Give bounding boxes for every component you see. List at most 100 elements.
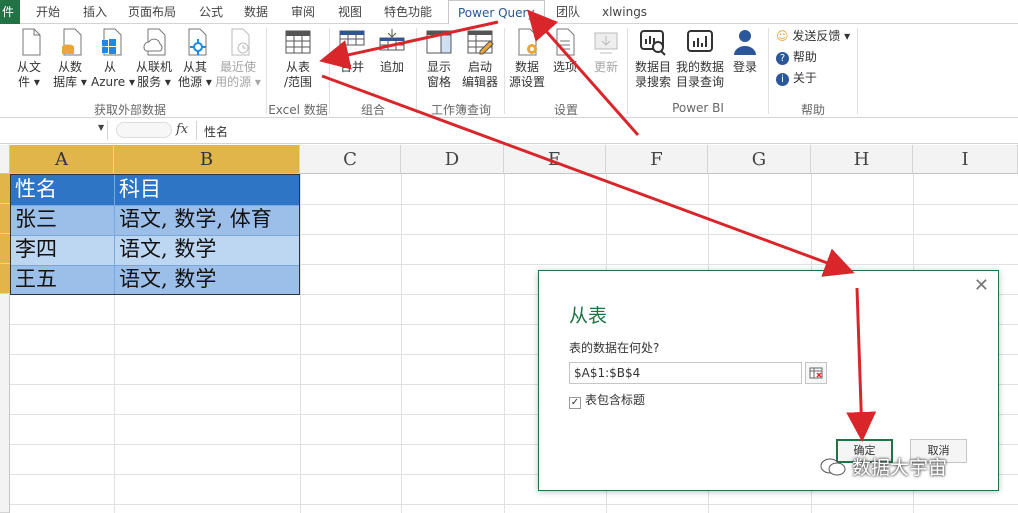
tab-page-layout[interactable]: 页面布局	[128, 0, 176, 24]
user-icon	[731, 27, 759, 57]
column-header-g[interactable]: G	[708, 145, 811, 174]
checkbox-check-icon: ✓	[569, 397, 581, 409]
tab-view[interactable]: 视图	[338, 0, 362, 24]
update-icon	[592, 27, 620, 57]
tab-team[interactable]: 团队	[556, 0, 580, 24]
recent-file-icon	[224, 27, 252, 57]
row-header[interactable]	[0, 264, 10, 294]
tab-special[interactable]: 特色功能	[384, 0, 432, 24]
group-label-settings: 设置	[553, 103, 578, 117]
column-header-a[interactable]: A	[10, 145, 114, 174]
tab-home[interactable]: 开始	[36, 0, 60, 24]
grid-line	[504, 174, 505, 513]
group-label-external: 获取外部数据	[93, 103, 166, 117]
info-icon: i	[776, 73, 789, 86]
row-header[interactable]	[0, 234, 10, 264]
cell-b4[interactable]: 语文, 数学	[114, 264, 216, 294]
group-separator	[416, 28, 417, 114]
group-label-powerbi: Power BI	[672, 101, 724, 115]
from-table-range-button[interactable]: 从表/范围	[278, 27, 318, 90]
cell-a4[interactable]: 王五	[10, 264, 57, 294]
options-icon	[551, 27, 579, 57]
file-icon	[15, 27, 43, 57]
append-button[interactable]: 追加	[376, 27, 408, 75]
group-label-excel: Excel 数据	[268, 103, 328, 117]
tab-file[interactable]: 件	[0, 0, 20, 24]
send-feedback-button[interactable]: ☺ 发送反馈 ▾	[776, 27, 850, 45]
windows-icon	[96, 27, 124, 57]
my-catalog-query-button[interactable]: 我的数据 目录查询	[674, 27, 726, 90]
tab-review[interactable]: 审阅	[291, 0, 315, 24]
column-header-c[interactable]: C	[300, 145, 401, 174]
row-header[interactable]	[0, 174, 10, 204]
from-database-button[interactable]: 从数 据库 ▾	[50, 27, 90, 90]
tab-formulas[interactable]: 公式	[199, 0, 223, 24]
chevron-down-icon[interactable]: ▼	[98, 123, 104, 132]
data-source-settings-button[interactable]: 数据 源设置	[508, 27, 546, 90]
group-separator	[768, 28, 769, 114]
group-separator	[857, 28, 858, 114]
help-icon: ?	[776, 52, 789, 65]
cloud-icon	[140, 27, 168, 57]
recent-sources-button[interactable]: 最近使 用的源 ▾	[215, 27, 261, 90]
update-button[interactable]: 更新	[590, 27, 622, 75]
formula-bar: ▼ fx 性名	[0, 118, 1018, 144]
tab-power-query[interactable]: Power Query	[448, 0, 545, 25]
cell-b3[interactable]: 语文, 数学	[114, 234, 216, 264]
cell-a1[interactable]: 性名	[10, 174, 57, 204]
wechat-icon	[820, 458, 846, 476]
from-file-button[interactable]: 从文件 ▾	[11, 27, 47, 90]
help-button[interactable]: ? 帮助	[776, 48, 817, 66]
ribbon-power-query: 从文件 ▾ 从数 据库 ▾ 从 Azure ▾ 从联机 服务 ▾ 从其 他源 ▾ 最近使…	[0, 24, 1018, 118]
cell-a3[interactable]: 李四	[10, 234, 57, 264]
from-other-sources-button[interactable]: 从其 他源 ▾	[176, 27, 214, 90]
group-separator	[627, 28, 628, 114]
has-headers-checkbox[interactable]: ✓ 表包含标题	[569, 391, 645, 409]
options-button[interactable]: 选项	[550, 27, 580, 75]
tab-xlwings[interactable]: xlwings	[602, 0, 647, 24]
cell-b2[interactable]: 语文, 数学, 体育	[114, 204, 272, 234]
merge-button[interactable]: 合并	[336, 27, 368, 75]
about-button[interactable]: i 关于	[776, 69, 817, 87]
close-icon[interactable]: ✕	[974, 275, 989, 296]
merge-icon	[338, 27, 366, 57]
data-source-gear-icon	[513, 27, 541, 57]
group-label-help: 帮助	[800, 103, 825, 117]
range-picker-button[interactable]	[805, 362, 827, 384]
tab-insert[interactable]: 插入	[83, 0, 107, 24]
launch-editor-button[interactable]: 启动 编辑器	[460, 27, 500, 90]
column-header-i[interactable]: I	[913, 145, 1018, 174]
range-input[interactable]: $A$1:$B$4	[569, 362, 802, 384]
grid-line	[300, 174, 301, 513]
cell-a2[interactable]: 张三	[10, 204, 57, 234]
column-header-e[interactable]: E	[504, 145, 606, 174]
row-header[interactable]	[0, 294, 10, 513]
from-online-services-button[interactable]: 从联机 服务 ▾	[133, 27, 175, 90]
database-icon	[56, 27, 84, 57]
login-button[interactable]: 登录	[730, 27, 760, 75]
ribbon-tab-bar: 件 开始 插入 页面布局 公式 数据 审阅 视图 特色功能 Power Quer…	[0, 0, 1018, 25]
row-header[interactable]	[0, 204, 10, 234]
network-icon	[181, 27, 209, 57]
cell-b1[interactable]: 科目	[114, 174, 161, 204]
formula-cancel-icon[interactable]	[116, 122, 172, 138]
column-header-b[interactable]: B	[114, 145, 300, 174]
group-label-workbook: 工作簿查询	[430, 103, 491, 117]
column-header-d[interactable]: D	[401, 145, 504, 174]
show-pane-button[interactable]: 显示 窗格	[423, 27, 455, 90]
column-header-f[interactable]: F	[606, 145, 708, 174]
formula-input[interactable]: 性名	[204, 123, 228, 140]
dialog-prompt: 表的数据在何处?	[569, 341, 660, 355]
name-box[interactable]: ▼	[0, 121, 108, 140]
grid-line	[401, 174, 402, 513]
editor-icon	[466, 27, 494, 57]
from-azure-button[interactable]: 从 Azure ▾	[91, 27, 135, 90]
select-all-corner[interactable]	[0, 145, 10, 174]
fx-icon[interactable]: fx	[176, 122, 188, 137]
grid-line	[10, 504, 1018, 505]
smiley-icon: ☺	[776, 29, 789, 43]
column-header-h[interactable]: H	[811, 145, 913, 174]
table-icon	[284, 27, 312, 57]
catalog-search-button[interactable]: 数据目 录搜索	[633, 27, 673, 90]
tab-data[interactable]: 数据	[244, 0, 268, 24]
